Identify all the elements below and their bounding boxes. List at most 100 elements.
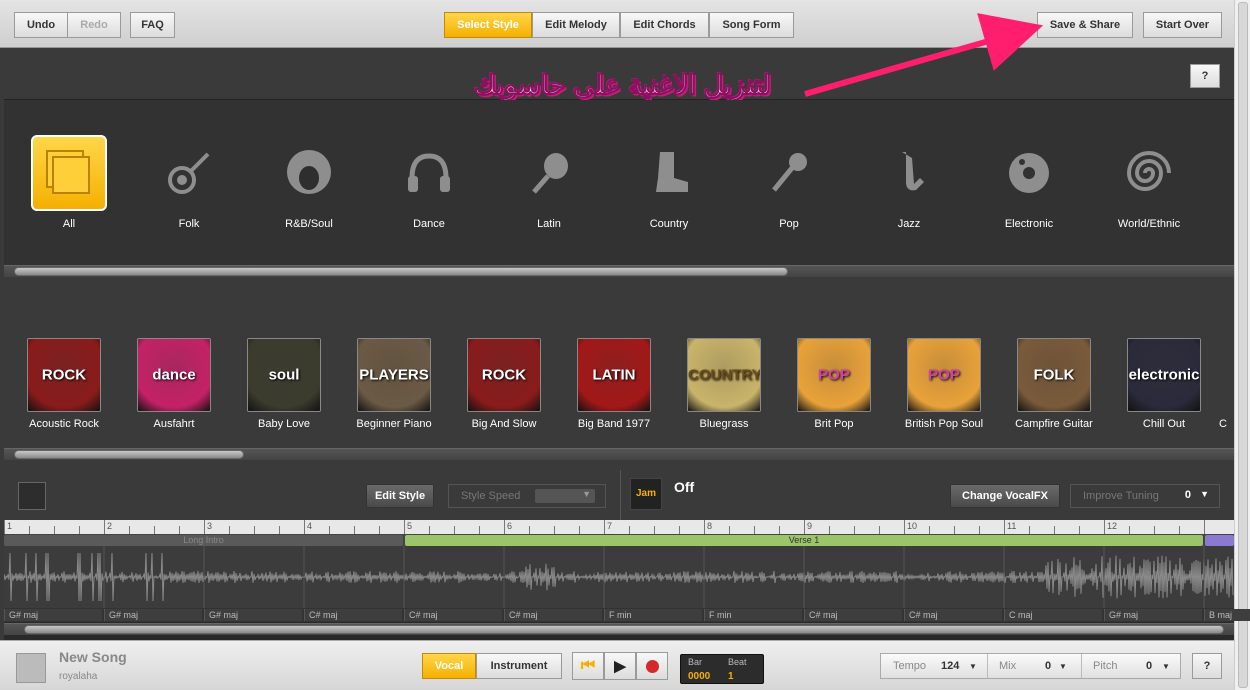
chord-cell[interactable]: C# maj [904,609,1002,621]
beat-label: Beat [728,657,747,667]
style-speed-select[interactable]: Style Speed ▼ [448,484,606,508]
maracas-icon [511,135,587,211]
genre-scrollbar[interactable] [4,265,1234,277]
song-title[interactable]: New Song [59,649,127,665]
chord-cell[interactable]: C# maj [504,609,602,621]
chord-cell[interactable]: G# maj [204,609,302,621]
tempo-value[interactable]: 124 [941,660,959,672]
chevron-down-icon[interactable]: ▼ [1162,662,1170,671]
mix-value[interactable]: 0 [1045,660,1051,672]
change-vocalfx-button[interactable]: Change VocalFX [950,484,1060,508]
redo-button[interactable]: Redo [67,12,121,38]
style-item[interactable]: ROCK Acoustic Rock [9,338,119,430]
style-item[interactable]: COUNTRY Bluegrass [669,338,779,430]
genre-label: Folk [178,218,200,230]
vocal-toggle[interactable]: Vocal [422,653,476,679]
start-over-button[interactable]: Start Over [1143,12,1222,38]
genre-all[interactable]: All [9,100,129,260]
style-artwork: COUNTRY [687,338,761,412]
style-item[interactable]: POP British Pop Soul [889,338,999,430]
record-button[interactable] [636,652,668,680]
timeline-scrollbar[interactable] [4,623,1234,635]
edit-style-button[interactable]: Edit Style [366,484,434,508]
genre-latin[interactable]: Latin [489,100,609,260]
style-item[interactable]: C [1219,338,1239,430]
style-item[interactable]: soul Baby Love [229,338,339,430]
style-item[interactable]: POP Brit Pop [779,338,889,430]
tab-song-form[interactable]: Song Form [709,12,794,38]
genre-label: All [62,218,76,230]
chord-cell[interactable]: C maj [1004,609,1102,621]
genre-pop[interactable]: Pop [729,100,849,260]
bar-number: 8 [707,521,713,531]
tab-edit-chords[interactable]: Edit Chords [620,12,709,38]
genre-label: Latin [537,218,561,230]
style-scrollbar[interactable] [4,448,1234,460]
style-item[interactable]: PLAYERS Beginner Piano [339,338,449,430]
style-item[interactable]: ROCK Big And Slow [449,338,559,430]
headphones-icon [391,135,467,211]
bar-number: 10 [907,521,918,531]
genre-dance[interactable]: Dance [369,100,489,260]
instrument-toggle[interactable]: Instrument [476,653,562,679]
style-artwork: ROCK [27,338,101,412]
improve-tuning-label: Improve Tuning [1083,490,1159,502]
chevron-down-icon[interactable]: ▼ [1059,662,1067,671]
style-artwork: electronic [1127,338,1201,412]
play-button[interactable]: ▶ [604,652,636,680]
chord-cell[interactable]: C# maj [804,609,902,621]
tab-edit-melody[interactable]: Edit Melody [532,12,620,38]
bar-number: 3 [207,521,213,531]
chord-track[interactable]: G# maj G# maj G# maj C# maj C# maj C# maj F mi… [4,608,1250,622]
faq-button[interactable]: FAQ [130,12,175,38]
save-share-button[interactable]: Save & Share [1037,12,1133,38]
timeline[interactable]: 1 2 3 4 5 6 7 8 9 10 11 12 Long Intro Verse 1 G# ma… [4,520,1250,640]
chord-cell[interactable]: G# maj [4,609,102,621]
section-next[interactable] [1205,535,1234,546]
genre-selector: All Folk R&B/Soul Dance Latin Country Pop Jazz E… [4,100,1234,265]
style-artwork: ROCK [467,338,541,412]
bar-number: 9 [807,521,813,531]
chevron-down-icon[interactable]: ▼ [969,662,977,671]
tab-select-style[interactable]: Select Style [444,12,532,38]
style-label: Campfire Guitar [1015,418,1093,430]
vocal-waveform[interactable] [4,546,1234,608]
genre-jazz[interactable]: Jazz [849,100,969,260]
style-label: Chill Out [1142,418,1186,430]
genre-folk[interactable]: Folk [129,100,249,260]
chord-cell[interactable]: G# maj [104,609,202,621]
chord-cell[interactable]: B maj [1204,609,1250,621]
genre-country[interactable]: Country [609,100,729,260]
style-item[interactable]: dance Ausfahrt [119,338,229,430]
beat-value: 1 [728,671,734,682]
undo-button[interactable]: Undo [14,12,68,38]
pitch-value[interactable]: 0 [1146,660,1152,672]
chord-cell[interactable]: F min [704,609,802,621]
chord-cell[interactable]: F min [604,609,702,621]
section-track[interactable]: Long Intro Verse 1 [4,534,1234,546]
pitch-label: Pitch [1093,660,1118,672]
improve-tuning-select[interactable]: Improve Tuning 0 ▼ [1070,484,1220,508]
play-icon: ▶ [614,658,626,675]
help-button[interactable]: ? [1190,64,1220,88]
bar-number: 12 [1107,521,1118,531]
style-label: Ausfahrt [153,418,195,430]
style-item[interactable]: FOLK Campfire Guitar [999,338,1109,430]
section-verse-1[interactable]: Verse 1 [405,535,1203,546]
chord-cell[interactable]: G# maj [1104,609,1202,621]
section-long-intro[interactable]: Long Intro [4,535,403,546]
bar-ruler[interactable]: 1 2 3 4 5 6 7 8 9 10 11 12 [4,520,1234,534]
bar-value: 0000 [688,671,711,682]
genre-electronic[interactable]: Electronic [969,100,1089,260]
style-item[interactable]: LATIN Big Band 1977 [559,338,669,430]
genre-world-ethnic[interactable]: World/Ethnic [1089,100,1209,260]
help-button-bottom[interactable]: ? [1192,653,1222,679]
chord-cell[interactable]: C# maj [304,609,402,621]
spiral-icon [1111,135,1187,211]
chord-cell[interactable]: C# maj [404,609,502,621]
rewind-button[interactable]: ⏮ [572,652,604,680]
style-item[interactable]: electronic Chill Out [1109,338,1219,430]
genre-label: Country [649,218,689,230]
genre-r-b-soul[interactable]: R&B/Soul [249,100,369,260]
vocalfx-state: Off [674,479,695,495]
